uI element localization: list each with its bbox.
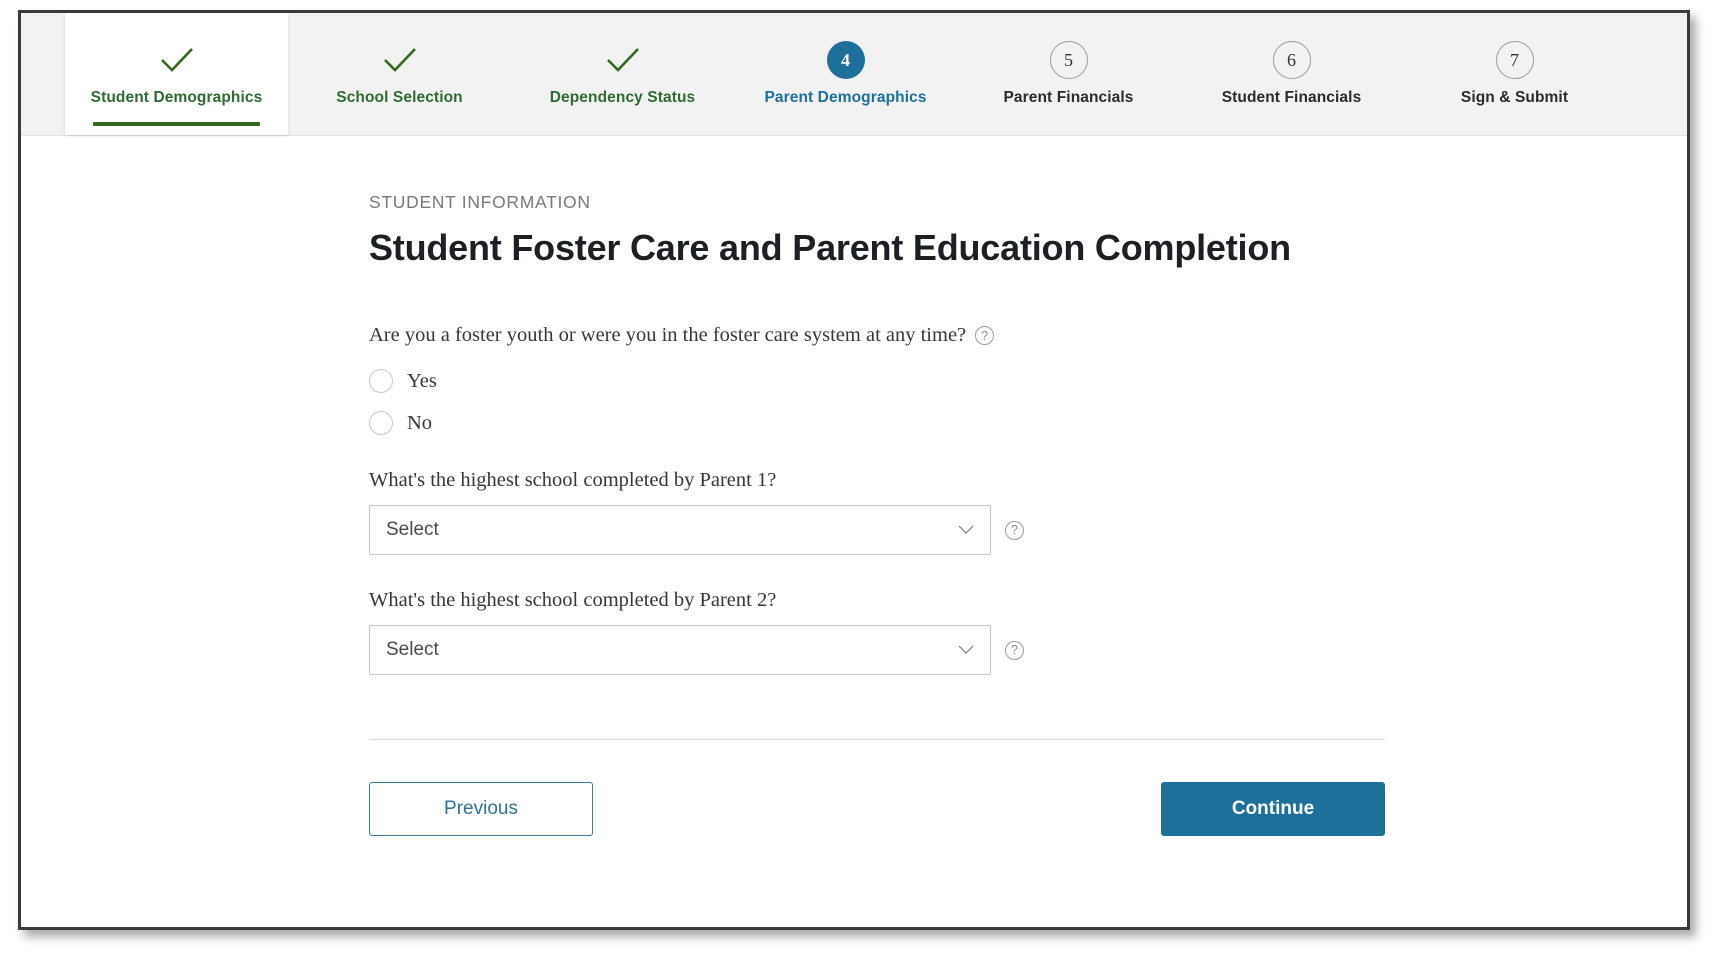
step-number-badge: 5	[1049, 41, 1088, 79]
parent1-education-label: What's the highest school completed by P…	[369, 469, 777, 492]
step-sign-and-submit[interactable]: 7 Sign & Submit	[1403, 13, 1626, 135]
step-label: Sign & Submit	[1460, 89, 1569, 106]
parent2-education-value: Select	[386, 639, 439, 661]
step-label: Dependency Status	[549, 89, 696, 106]
continue-button[interactable]: Continue	[1161, 782, 1385, 837]
main-content: STUDENT INFORMATION Student Foster Care …	[21, 136, 1687, 837]
radio-option-yes[interactable]: Yes	[369, 369, 437, 394]
page-title: Student Foster Care and Parent Education…	[369, 227, 1291, 268]
step-marker	[606, 37, 640, 83]
step-dependency-status[interactable]: Dependency Status	[511, 13, 734, 135]
parent2-education-field: What's the highest school completed by P…	[369, 589, 1389, 676]
section-divider	[369, 739, 1385, 741]
step-number-badge: 6	[1272, 41, 1311, 79]
check-icon	[606, 48, 639, 72]
radio-option-no[interactable]: No	[369, 411, 433, 436]
step-label: Parent Financials	[1003, 89, 1134, 106]
step-marker	[383, 37, 417, 83]
previous-button[interactable]: Previous	[369, 782, 593, 837]
step-marker: 7	[1495, 37, 1534, 83]
help-icon[interactable]: ?	[1005, 520, 1024, 540]
step-label: Student Demographics	[90, 89, 263, 106]
progress-stepper: Student Demographics School Selection De…	[21, 13, 1687, 136]
step-parent-demographics[interactable]: 4 Parent Demographics	[734, 13, 957, 135]
step-label: Student Financials	[1221, 89, 1362, 106]
parent1-education-select[interactable]: Select	[369, 505, 991, 556]
help-icon[interactable]: ?	[975, 326, 995, 346]
step-number-badge: 4	[826, 41, 865, 79]
parent1-education-value: Select	[386, 519, 439, 541]
help-icon[interactable]: ?	[1005, 640, 1024, 660]
check-icon	[160, 48, 193, 72]
foster-care-question: Are you a foster youth or were you in th…	[369, 324, 1389, 347]
step-number-badge: 7	[1495, 41, 1534, 79]
radio-label: Yes	[407, 369, 437, 392]
step-student-financials[interactable]: 6 Student Financials	[1180, 13, 1403, 135]
step-label: Parent Demographics	[764, 89, 927, 106]
chevron-down-icon	[958, 645, 974, 655]
step-marker	[160, 37, 194, 83]
parent1-education-field: What's the highest school completed by P…	[369, 469, 1389, 556]
active-step-underline	[93, 122, 260, 126]
parent2-education-select[interactable]: Select	[369, 625, 991, 676]
step-parent-financials[interactable]: 5 Parent Financials	[957, 13, 1180, 135]
radio-button[interactable]	[369, 411, 393, 436]
step-label: School Selection	[336, 89, 463, 106]
step-school-selection[interactable]: School Selection	[288, 13, 511, 135]
app-window: Student Demographics School Selection De…	[18, 10, 1690, 930]
form-actions: Previous Continue	[369, 782, 1385, 837]
radio-button[interactable]	[369, 369, 393, 394]
section-eyebrow: STUDENT INFORMATION	[369, 192, 591, 212]
step-student-demographics[interactable]: Student Demographics	[65, 13, 288, 135]
chevron-down-icon	[958, 525, 974, 535]
foster-care-question-text: Are you a foster youth or were you in th…	[369, 324, 967, 347]
parent2-education-label: What's the highest school completed by P…	[369, 589, 777, 612]
step-marker: 6	[1272, 37, 1311, 83]
radio-label: No	[407, 411, 433, 434]
step-marker: 5	[1049, 37, 1088, 83]
check-icon	[383, 48, 416, 72]
step-marker: 4	[826, 37, 865, 83]
